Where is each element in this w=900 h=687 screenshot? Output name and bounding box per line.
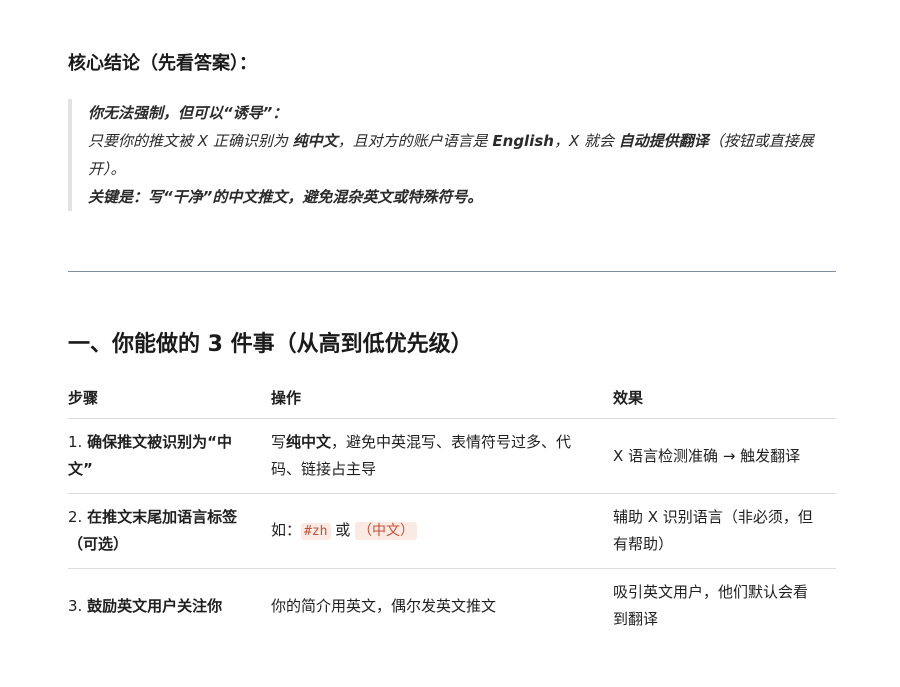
language-tag-code: （中文） (355, 522, 418, 540)
quote-line-1: 你无法强制，但可以“诱导”： (88, 99, 838, 127)
quote-line-2: 只要你的推文被 X 正确识别为 纯中文，且对方的账户语言是 English，X … (88, 127, 838, 183)
table-row: 1. 确保推文被识别为“中文” 写纯中文，避免中英混写、表情符号过多、代码、链接… (68, 418, 836, 494)
quote-key-point: 关键是：写“干净”的中文推文，避免混杂英文或特殊符号。 (88, 188, 483, 206)
quote-text: ，且对方的账户语言是 (337, 132, 493, 150)
conclusion-quote: 你无法强制，但可以“诱导”： 只要你的推文被 X 正确识别为 纯中文，且对方的账… (68, 99, 838, 211)
action-text: 写 (271, 433, 287, 451)
step-number: 2. (68, 508, 88, 526)
step-title: 确保推文被识别为“中文” (68, 433, 232, 478)
action-cell: 写纯中文，避免中英混写、表情符号过多、代码、链接占主导 (271, 418, 613, 494)
quote-bold-lead: 你无法强制，但可以“诱导”： (88, 104, 288, 122)
step-cell: 2. 在推文末尾加语言标签（可选） (68, 493, 271, 569)
action-cell: 你的简介用英文，偶尔发英文推文 (271, 596, 497, 615)
table-header-row: 步骤 操作 效果 (68, 376, 836, 419)
conclusion-heading: 核心结论（先看答案）： (68, 53, 257, 74)
step-title: 在推文末尾加语言标签（可选） (68, 508, 238, 553)
effect-cell: 吸引英文用户，他们默认会看到翻译 (613, 583, 809, 628)
quote-bold: 纯中文 (292, 132, 338, 150)
step-number: 3. (68, 596, 88, 615)
step-title: 鼓励英文用户关注你 (87, 596, 223, 615)
section-divider (68, 271, 836, 272)
language-tag-code: #zh (301, 523, 331, 540)
column-header-step: 步骤 (68, 376, 271, 419)
step-number: 1. (68, 433, 88, 451)
effect-cell: X 语言检测准确 → 触发翻译 (613, 418, 836, 494)
step-cell: 3. 鼓励英文用户关注你 (68, 569, 271, 644)
step-cell: 1. 确保推文被识别为“中文” (68, 418, 271, 494)
action-text: 如： (271, 521, 302, 539)
column-header-effect: 效果 (613, 376, 836, 419)
quote-bold: 自动提供翻译 (618, 132, 709, 150)
section-heading: 一、你能做的 3 件事（从高到低优先级） (68, 332, 473, 357)
table-row: 3. 鼓励英文用户关注你 你的简介用英文，偶尔发英文推文 吸引英文用户，他们默认… (68, 569, 836, 644)
column-header-action: 操作 (271, 376, 613, 419)
effect-cell: 辅助 X 识别语言（非必须，但有帮助） (613, 493, 836, 569)
steps-table: 步骤 操作 效果 1. 确保推文被识别为“中文” 写纯中文，避免中英混写、表情符… (68, 376, 836, 643)
action-bold: 纯中文 (286, 433, 332, 451)
table-row: 2. 在推文末尾加语言标签（可选） 如： #zh 或 （中文） 辅助 X 识别语言… (68, 493, 836, 569)
action-cell: 如： #zh 或 （中文） (271, 493, 613, 569)
action-text: 或 (330, 521, 356, 539)
quote-text: ，X 就会 (553, 132, 619, 150)
quote-line-3: 关键是：写“干净”的中文推文，避免混杂英文或特殊符号。 (88, 183, 838, 211)
quote-text: 只要你的推文被 X 正确识别为 (88, 132, 293, 150)
quote-bold: English (492, 132, 554, 150)
